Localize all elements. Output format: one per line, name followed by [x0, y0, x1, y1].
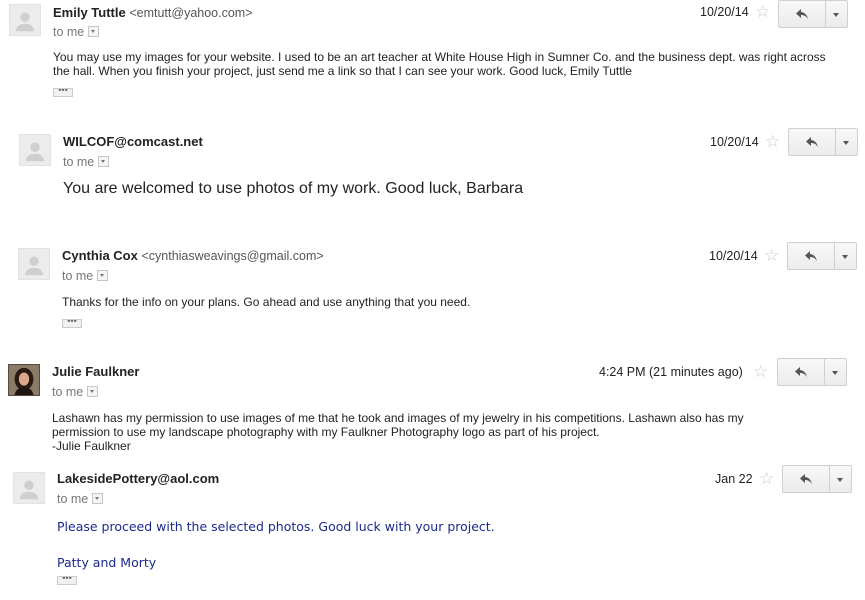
default-avatar-icon [18, 248, 50, 280]
message-date: 10/20/14 [709, 249, 758, 263]
default-avatar-icon [9, 4, 41, 36]
show-trimmed-content-button[interactable]: ••• [57, 576, 77, 585]
message-body: You may use my images for your website. … [53, 50, 826, 78]
recipient-line: to me [62, 269, 109, 283]
recipient-details-dropdown[interactable] [88, 26, 100, 38]
recipient-details-dropdown[interactable] [87, 386, 99, 398]
body-line: Lashawn has my permission to use images … [52, 411, 744, 425]
message-date: 4:24 PM (21 minutes ago) [599, 365, 743, 379]
body-line: permission to use my landscape photograp… [52, 425, 600, 439]
sender-name[interactable]: LakesidePottery@aol.com [57, 471, 219, 486]
reply-button[interactable] [788, 128, 836, 156]
more-options-button[interactable] [836, 128, 858, 156]
recipient-details-dropdown[interactable] [92, 493, 104, 505]
body-line: Please proceed with the selected photos.… [57, 519, 495, 534]
show-trimmed-content-button[interactable]: ••• [62, 319, 82, 328]
message-lakeside-pottery: LakesidePottery@aol.com to me Jan 22 ☆ P… [0, 460, 865, 600]
default-avatar-icon [19, 134, 51, 166]
message-date: 10/20/14 [700, 5, 749, 19]
more-options-button[interactable] [835, 242, 857, 270]
profile-photo [8, 364, 40, 396]
message-cynthia-cox: Cynthia Cox <cynthiasweavings@gmail.com>… [0, 235, 865, 345]
more-options-button[interactable] [830, 465, 852, 493]
recipient-details-dropdown[interactable] [97, 270, 109, 282]
reply-button-group [788, 128, 858, 156]
star-icon[interactable]: ☆ [765, 133, 780, 150]
message-wilcof: WILCOF@comcast.net to me 10/20/14 ☆ You … [0, 120, 865, 230]
reply-icon [795, 367, 807, 377]
recipient-line: to me [52, 385, 99, 399]
reply-icon [806, 137, 818, 147]
sender-email: <cynthiasweavings@gmail.com> [141, 249, 324, 263]
star-icon[interactable]: ☆ [764, 247, 779, 264]
recipient-line: to me [53, 25, 100, 39]
sender-name[interactable]: Julie Faulkner [52, 364, 139, 379]
message-julie-faulkner: Julie Faulkner to me 4:24 PM (21 minutes… [0, 350, 865, 460]
reply-button-group [787, 242, 857, 270]
reply-button-group [777, 358, 847, 386]
default-avatar-icon [13, 472, 45, 504]
reply-icon [805, 251, 817, 261]
reply-button-group [778, 0, 848, 28]
message-body: You are welcomed to use photos of my wor… [63, 180, 524, 197]
recipient-details-dropdown[interactable] [98, 156, 110, 168]
message-body: Lashawn has my permission to use images … [52, 411, 852, 453]
star-icon[interactable]: ☆ [753, 363, 768, 380]
recipient-line: to me [57, 492, 104, 506]
reply-icon [800, 474, 812, 484]
sender-name[interactable]: WILCOF@comcast.net [63, 134, 203, 149]
reply-icon [796, 9, 808, 19]
body-line: -Julie Faulkner [52, 439, 131, 453]
sender-name[interactable]: Cynthia Cox <cynthiasweavings@gmail.com> [62, 248, 324, 263]
reply-button[interactable] [782, 465, 830, 493]
show-trimmed-content-button[interactable]: ••• [53, 88, 73, 97]
message-body: Thanks for the info on your plans. Go ah… [62, 295, 471, 309]
message-date: 10/20/14 [710, 135, 759, 149]
body-line: Patty and Morty [57, 555, 157, 570]
sender-email: <emtutt@yahoo.com> [129, 6, 253, 20]
message-emily-tuttle: Emily Tuttle <emtutt@yahoo.com> to me 10… [0, 0, 865, 110]
more-options-button[interactable] [825, 358, 847, 386]
star-icon[interactable]: ☆ [755, 3, 770, 20]
reply-button-group [782, 465, 852, 493]
recipient-line: to me [63, 155, 110, 169]
reply-button[interactable] [778, 0, 826, 28]
star-icon[interactable]: ☆ [759, 470, 774, 487]
message-body: Please proceed with the selected photos.… [57, 519, 817, 570]
sender-name[interactable]: Emily Tuttle <emtutt@yahoo.com> [53, 5, 253, 20]
reply-button[interactable] [787, 242, 835, 270]
reply-button[interactable] [777, 358, 825, 386]
more-options-button[interactable] [826, 0, 848, 28]
message-date: Jan 22 [715, 472, 753, 486]
